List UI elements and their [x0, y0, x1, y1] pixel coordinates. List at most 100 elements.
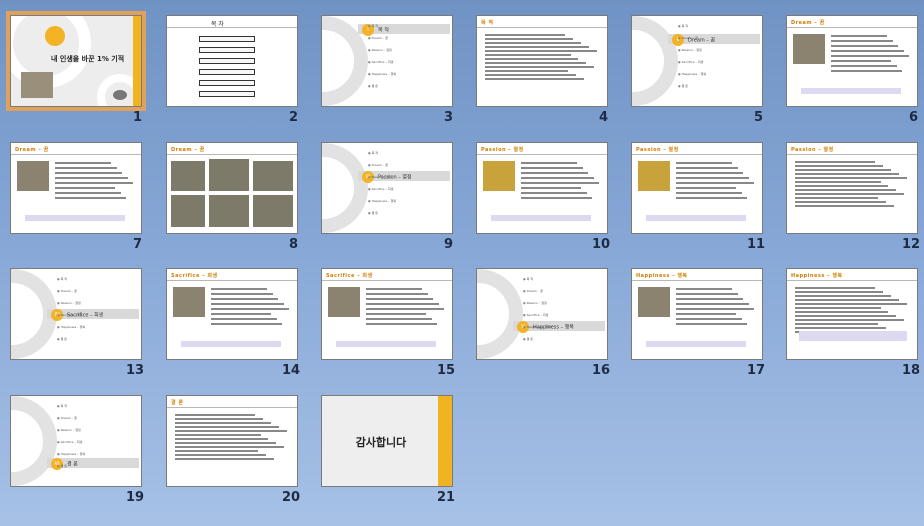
slide-text-block — [795, 285, 909, 335]
header-line — [167, 280, 297, 281]
slide-thumbnail-6[interactable]: Dream – 꿈 6 — [786, 15, 918, 125]
slide-number: 5 — [754, 110, 764, 125]
slide-photo — [793, 34, 825, 64]
slide-preview: IIDream – 꿈목 적Dream – 꿈Passion – 열정Sacri… — [631, 15, 763, 107]
slide-thumbnail-15[interactable]: Sacrifice – 희생 15 — [321, 268, 455, 378]
slide-preview: 목 차 — [166, 15, 298, 107]
slide-thumbnail-2[interactable]: 목 차 2 — [166, 15, 298, 125]
slide-number: 1 — [133, 110, 143, 125]
slide-number: 8 — [289, 237, 299, 252]
section-bullet: 목 적 — [368, 20, 396, 32]
slide-preview: Happiness – 행복 — [786, 268, 918, 360]
slide-preview: Sacrifice – 희생 — [166, 268, 298, 360]
slide-thumbnail-12[interactable]: Passion – 열정 12 — [786, 142, 920, 252]
gallery-photo — [209, 195, 249, 227]
slide-header: Sacrifice – 희생 — [171, 273, 218, 279]
slide-thumbnail-7[interactable]: Dream – 꿈 7 — [10, 142, 142, 252]
slide-header: Happiness – 행복 — [791, 273, 843, 279]
section-bullet: Sacrifice – 희생 — [57, 309, 85, 321]
slide-thumbnail-1[interactable]: 내 인생을 바꾼 1% 기적 1 — [6, 11, 146, 125]
caption-highlight — [336, 341, 436, 347]
accent-dot — [45, 26, 65, 46]
slide-number: 2 — [289, 110, 299, 125]
slide-text-block — [676, 285, 756, 328]
slide-text-block — [676, 159, 756, 202]
slide-text-block — [795, 159, 909, 209]
slide-thumbnail-14[interactable]: Sacrifice – 희생 14 — [166, 268, 300, 378]
header-line — [787, 280, 917, 281]
section-bullet: Dream – 꿈 — [523, 285, 551, 297]
slide-number: 17 — [747, 363, 766, 378]
section-bullet: Happiness – 행복 — [523, 321, 552, 333]
slide-thumbnail-10[interactable]: Passion – 열정 10 — [476, 142, 610, 252]
caption-highlight — [799, 331, 907, 341]
section-bullet: 결 론 — [523, 333, 551, 345]
slide-thumbnail-11[interactable]: Passion – 열정 11 — [631, 142, 765, 252]
slide-header: 결 론 — [171, 400, 184, 406]
section-bullets: 목 적Dream – 꿈Passion – 열정Sacrifice – 희생Ha… — [368, 20, 397, 92]
slide-number: 21 — [437, 490, 456, 505]
section-bullet: Dream – 꿈 — [678, 32, 706, 44]
section-bullet: Sacrifice – 희생 — [57, 436, 85, 448]
slide-number: 15 — [437, 363, 456, 378]
slide-number: 20 — [282, 490, 301, 505]
slide-preview: Happiness – 행복 — [631, 268, 763, 360]
slide-photo — [21, 72, 53, 98]
toc-item-box — [199, 47, 255, 53]
slide-preview: 결 론 — [166, 395, 298, 487]
slide-thumbnail-21[interactable]: 감사합니다 21 — [321, 395, 455, 505]
slide-header: Passion – 열정 — [481, 147, 524, 153]
section-bullet: Happiness – 행복 — [57, 448, 86, 460]
slide-number: 14 — [282, 363, 301, 378]
caption-highlight — [801, 88, 901, 94]
caption-highlight — [646, 341, 746, 347]
section-bullets: 목 적Dream – 꿈Passion – 열정Sacrifice – 희생Ha… — [57, 273, 86, 345]
section-bullet: Passion – 열정 — [368, 44, 396, 56]
slide-number: 18 — [902, 363, 921, 378]
slide-preview: Passion – 열정 — [476, 142, 608, 234]
section-bullet: Passion – 열정 — [523, 297, 551, 309]
header-line — [477, 27, 607, 28]
slide-thumbnail-4[interactable]: 목 적 4 — [476, 15, 608, 125]
header-line — [167, 407, 297, 408]
gallery-photo — [209, 159, 249, 191]
section-bullet: Happiness – 행복 — [57, 321, 86, 333]
slide-thumbnail-16[interactable]: VHappiness – 행복목 적Dream – 꿈Passion – 열정S… — [476, 268, 610, 378]
section-bullet: 목 적 — [523, 273, 551, 285]
slide-thumbnail-3[interactable]: I목 적목 적Dream – 꿈Passion – 열정Sacrifice – … — [321, 15, 453, 125]
decor-circle — [632, 16, 678, 106]
gallery-photo — [253, 195, 293, 227]
header-line — [632, 280, 762, 281]
header-line — [787, 27, 917, 28]
slide-number: 4 — [599, 110, 609, 125]
slide-thumbnail-18[interactable]: Happiness – 행복 18 — [786, 268, 920, 378]
slide-thumbnail-9[interactable]: IIIPassion – 열정목 적Dream – 꿈Passion – 열정S… — [321, 142, 453, 252]
section-bullet: 결 론 — [678, 80, 706, 92]
section-bullets: 목 적Dream – 꿈Passion – 열정Sacrifice – 희생Ha… — [523, 273, 552, 345]
caption-highlight — [491, 215, 591, 221]
header-line — [477, 154, 607, 155]
slide-number: 13 — [126, 363, 145, 378]
slide-photo — [173, 287, 205, 317]
slide-thumbnail-20[interactable]: 결 론 20 — [166, 395, 300, 505]
slide-thumbnail-13[interactable]: IVSacrifice – 희생목 적Dream – 꿈Passion – 열정… — [10, 268, 144, 378]
slide-thumbnail-19[interactable]: VI결 론목 적Dream – 꿈Passion – 열정Sacrifice –… — [10, 395, 144, 505]
slide-text-block — [211, 285, 291, 328]
slide-thumbnail-5[interactable]: IIDream – 꿈목 적Dream – 꿈Passion – 열정Sacri… — [631, 15, 763, 125]
slide-photo — [17, 161, 49, 191]
slide-text-block — [521, 159, 601, 202]
section-bullet: 목 적 — [57, 400, 85, 412]
slide-number: 19 — [126, 490, 145, 505]
section-bullets: 목 적Dream – 꿈Passion – 열정Sacrifice – 희생Ha… — [368, 147, 397, 219]
section-bullet: Happiness – 행복 — [368, 195, 397, 207]
header-line — [11, 154, 141, 155]
slide-preview: IVSacrifice – 희생목 적Dream – 꿈Passion – 열정… — [10, 268, 142, 360]
caption-highlight — [646, 215, 746, 221]
slide-thumbnail-8[interactable]: Dream – 꿈 8 — [166, 142, 298, 252]
slide-thumbnail-17[interactable]: Happiness – 행복 17 — [631, 268, 765, 378]
slide-photo — [638, 161, 670, 191]
toc-item-box — [199, 91, 255, 97]
slide-preview: Dream – 꿈 — [166, 142, 298, 234]
slide-number: 12 — [902, 237, 921, 252]
slide-header: Passion – 열정 — [636, 147, 679, 153]
